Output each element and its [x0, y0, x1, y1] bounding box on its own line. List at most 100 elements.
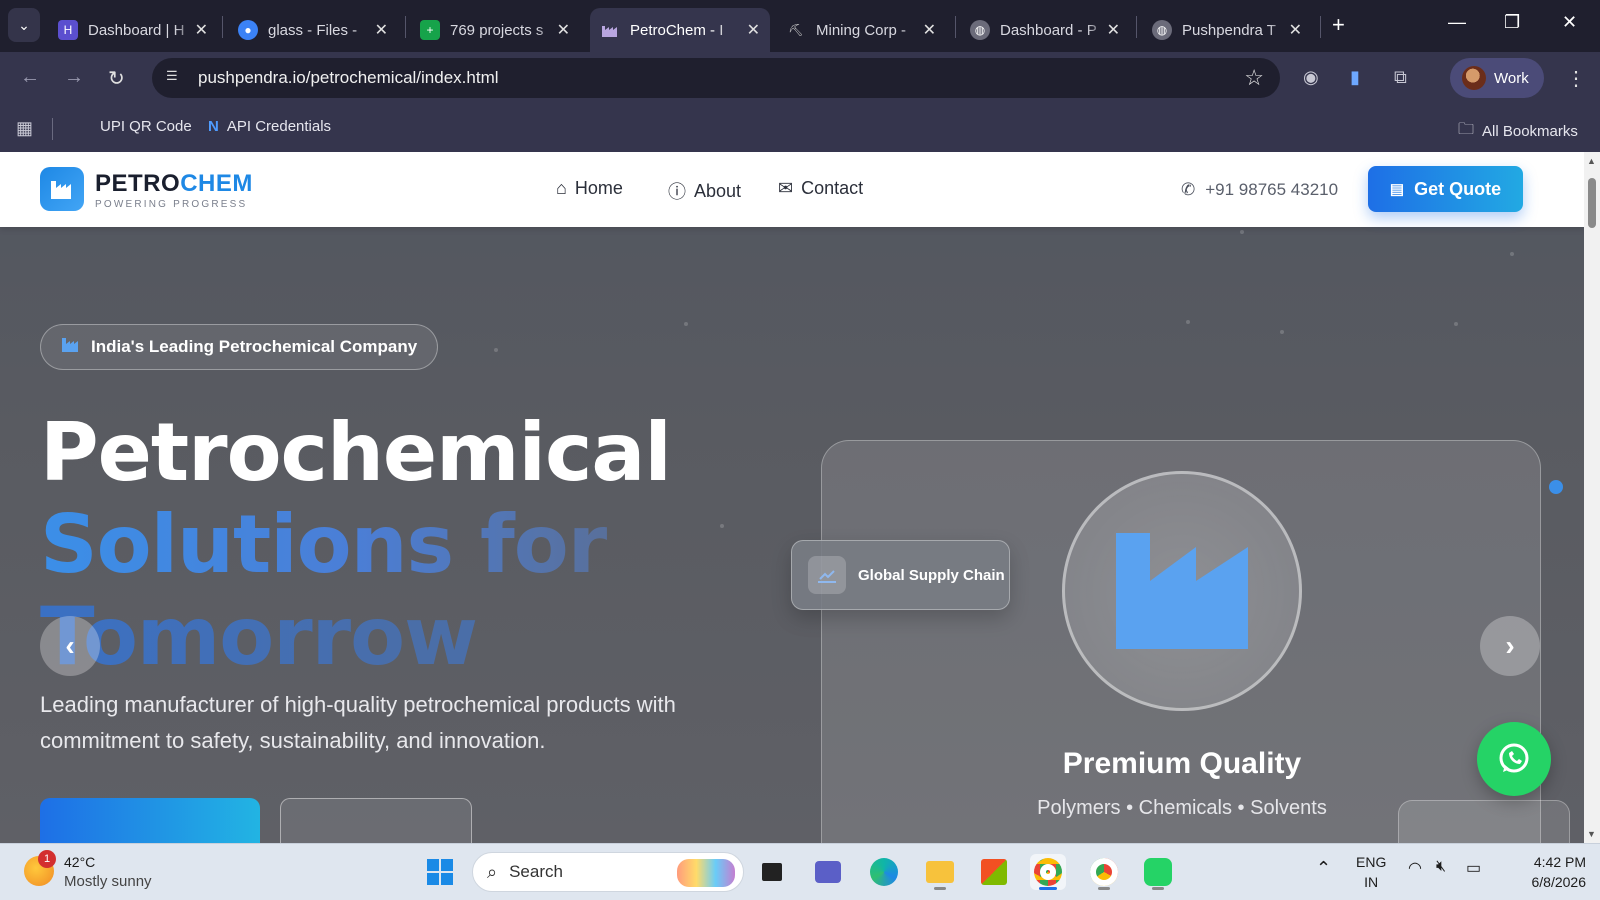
tab-mining-corp[interactable]: ⛏ Mining Corp - ✕: [776, 8, 946, 52]
files-icon: ●: [238, 20, 258, 40]
tab-title: Dashboard - P: [1000, 21, 1097, 39]
whatsapp-app-button[interactable]: [1140, 854, 1176, 890]
logo-icon[interactable]: [40, 167, 84, 211]
back-button[interactable]: ←: [20, 66, 40, 89]
avatar: [1462, 66, 1486, 90]
teams-button[interactable]: [810, 854, 846, 890]
nav-contact[interactable]: ✉ Contact: [778, 178, 863, 199]
file-explorer-button[interactable]: [922, 854, 958, 890]
close-icon[interactable]: ✕: [747, 20, 760, 40]
scroll-down-icon[interactable]: ▼: [1587, 829, 1596, 839]
tab-dashboard-p[interactable]: ◍ Dashboard - P ✕: [960, 8, 1130, 52]
minimize-button[interactable]: —: [1448, 12, 1466, 33]
get-quote-button[interactable]: ▤ Get Quote: [1368, 166, 1523, 212]
floating-tag: [1398, 800, 1570, 843]
bookmark-label: UPI QR Code: [100, 118, 192, 135]
weather-condition: Mostly sunny: [64, 873, 152, 890]
tab-title: Dashboard | H: [88, 21, 185, 39]
nav-label: About: [694, 180, 742, 201]
edge-button[interactable]: [866, 854, 902, 890]
nav-home[interactable]: ⌂ Home: [556, 178, 623, 199]
extension-icon[interactable]: ▮: [1350, 67, 1360, 88]
globe-icon: ◍: [970, 20, 990, 40]
clock-time: 4:42 PM: [1533, 854, 1586, 870]
folder-icon: [926, 861, 954, 883]
running-indicator: [1152, 887, 1164, 890]
site-info-icon[interactable]: ☰: [166, 68, 186, 88]
language-indicator[interactable]: ENG IN: [1356, 852, 1386, 892]
close-icon[interactable]: ✕: [195, 20, 208, 40]
tab-dashboard-h[interactable]: H Dashboard | H ✕: [48, 8, 218, 52]
slider-indicator-dot[interactable]: [1549, 480, 1563, 494]
puzzle-icon[interactable]: ⧉: [1394, 67, 1407, 88]
close-icon[interactable]: ✕: [1107, 20, 1120, 40]
camera-icon[interactable]: ◉: [1303, 67, 1319, 88]
pickaxe-icon: ⛏: [788, 23, 804, 37]
logo-part-chem: CHEM: [180, 170, 253, 197]
browser-menu-icon[interactable]: ⋮: [1566, 66, 1586, 91]
bookmark-upi-qr[interactable]: UPI QR Code: [100, 118, 192, 135]
new-tab-button[interactable]: +: [1332, 12, 1345, 38]
whatsapp-button[interactable]: [1477, 722, 1551, 796]
all-bookmarks-button[interactable]: 🗀 All Bookmarks: [1458, 118, 1578, 145]
tab-petrochem[interactable]: PetroChem - I ✕: [590, 8, 770, 52]
mute-icon[interactable]: 🔇︎: [1436, 858, 1446, 876]
windows-icon: [427, 859, 453, 885]
forward-button[interactable]: →: [64, 66, 84, 89]
webpage: PETROCHEM POWERING PROGRESS ⌂ Home ⓘ Abo…: [0, 152, 1584, 843]
tab-glass-files[interactable]: ● glass - Files - ✕: [228, 8, 398, 52]
whatsapp-icon: [1499, 743, 1529, 773]
url-text[interactable]: pushpendra.io/petrochemical/index.html: [198, 68, 499, 88]
reload-button[interactable]: ↻: [108, 66, 125, 91]
bookmark-star-icon[interactable]: ☆: [1244, 65, 1264, 91]
bookmark-api-credentials[interactable]: N API Credentials: [208, 118, 331, 135]
slider-next-button[interactable]: ›: [1480, 616, 1540, 676]
chrome-profile-button[interactable]: [1086, 854, 1122, 890]
close-icon[interactable]: ✕: [1289, 20, 1302, 40]
close-window-button[interactable]: ✕: [1562, 12, 1577, 33]
lang-line2: IN: [1364, 874, 1379, 890]
notification-badge: 1: [38, 850, 56, 868]
tab-search-button[interactable]: ⌄: [8, 8, 40, 42]
apps-grid-icon[interactable]: ▦: [16, 118, 33, 139]
start-button[interactable]: [422, 854, 458, 890]
tab-pushpendra[interactable]: ◍ Pushpendra T ✕: [1142, 8, 1312, 52]
logo-text[interactable]: PETROCHEM: [95, 170, 253, 198]
hero-title-line2: Solutions for: [40, 499, 671, 591]
close-icon[interactable]: ✕: [923, 20, 936, 40]
store-button[interactable]: [976, 854, 1012, 890]
weather-widget[interactable]: 1 42°C Mostly sunny: [24, 850, 152, 892]
all-bookmarks-label: All Bookmarks: [1482, 123, 1578, 140]
document-icon: ▤: [1389, 181, 1405, 198]
profile-button[interactable]: Work: [1450, 58, 1544, 98]
show-hidden-icons[interactable]: ⌃: [1316, 858, 1331, 879]
hero-badge: India's Leading Petrochemical Company: [40, 324, 439, 370]
close-icon[interactable]: ✕: [375, 20, 388, 40]
restore-button[interactable]: ❐: [1504, 12, 1520, 33]
taskbar-search[interactable]: ⌕ Search: [472, 852, 744, 892]
phone-number: +91 98765 43210: [1205, 180, 1339, 199]
clock-date: 6/8/2026: [1531, 874, 1587, 890]
api-bookmark-icon: N: [208, 118, 219, 135]
tab-separator: [405, 16, 406, 38]
factory-icon: [61, 336, 81, 358]
chrome-work-button[interactable]: [1030, 854, 1066, 890]
scroll-thumb[interactable]: [1588, 178, 1596, 228]
nav-about[interactable]: ⓘ About: [668, 178, 741, 204]
page-scrollbar[interactable]: ▲ ▼: [1584, 152, 1600, 843]
hero-secondary-button[interactable]: [280, 798, 472, 843]
hero-primary-button[interactable]: [40, 798, 260, 843]
close-icon[interactable]: ✕: [557, 20, 570, 40]
task-view-button[interactable]: [754, 854, 790, 890]
phone-link[interactable]: ✆ +91 98765 43210: [1181, 180, 1338, 200]
tab-title: PetroChem - I: [630, 21, 724, 39]
slider-prev-button[interactable]: ‹: [40, 616, 100, 676]
clock[interactable]: 4:42 PM 6/8/2026: [1508, 852, 1587, 892]
scroll-up-icon[interactable]: ▲: [1587, 156, 1596, 166]
battery-icon[interactable]: ▭: [1466, 858, 1481, 878]
address-bar[interactable]: ☰ pushpendra.io/petrochemical/index.html…: [152, 58, 1280, 98]
info-icon: ⓘ: [668, 182, 686, 202]
wifi-icon[interactable]: ◠: [1408, 858, 1422, 878]
tab-769-projects[interactable]: + 769 projects s ✕: [410, 8, 580, 52]
globe-icon: ◍: [1152, 20, 1172, 40]
